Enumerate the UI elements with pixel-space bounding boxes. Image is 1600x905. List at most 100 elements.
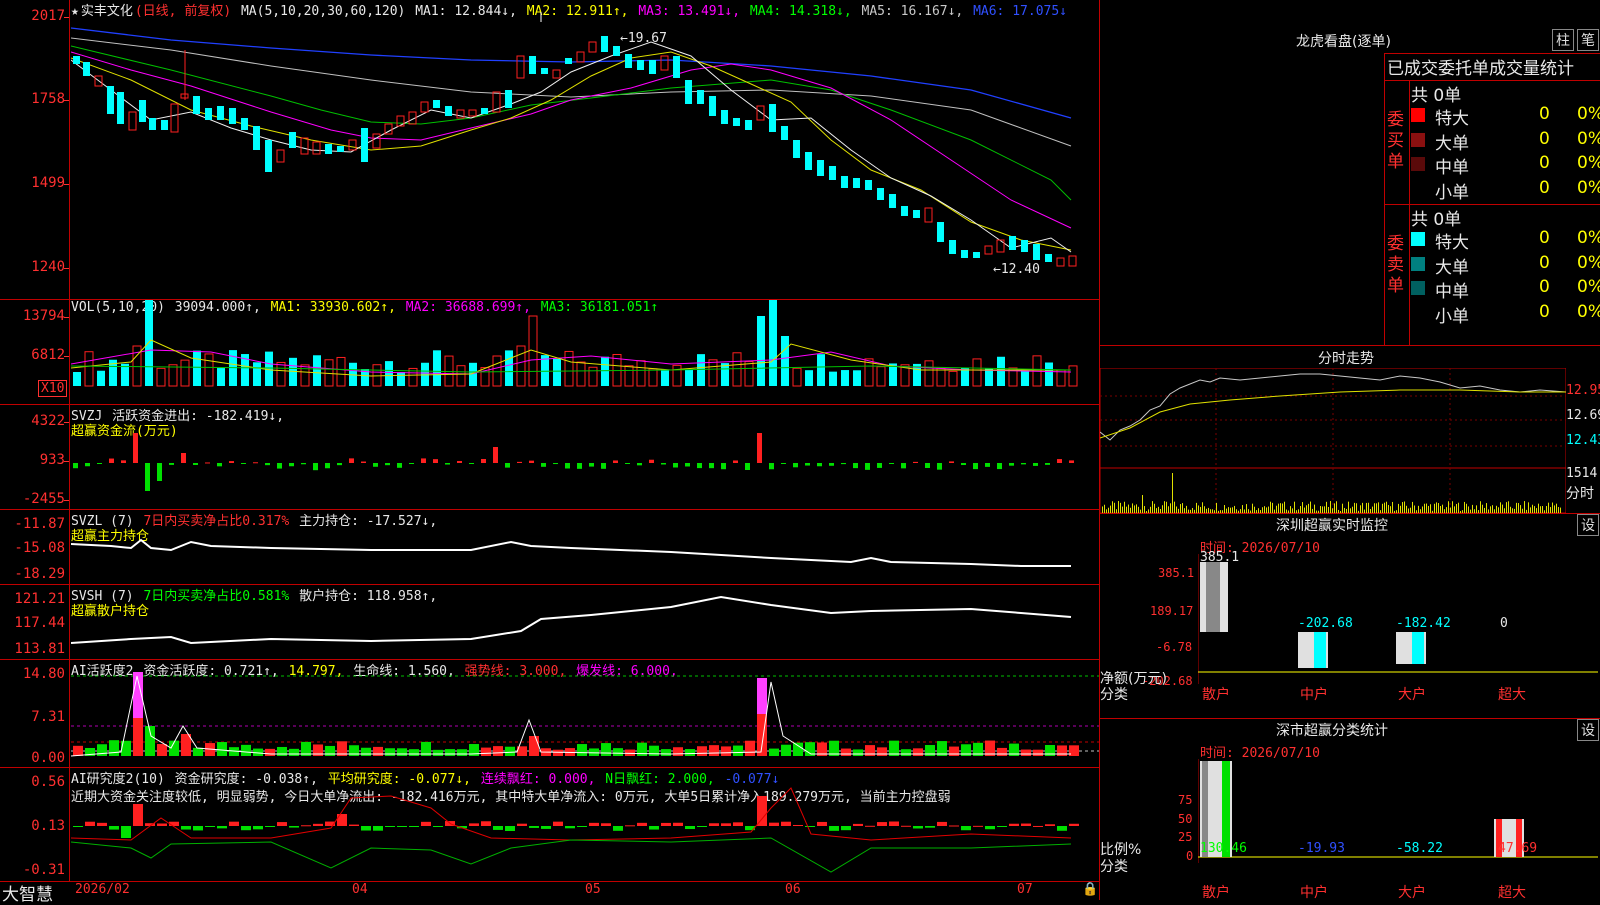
indicator-bar <box>889 463 894 464</box>
lock-icon[interactable]: 🔒 <box>1082 882 1098 897</box>
indicator-bar <box>121 460 126 463</box>
indicator-bar <box>1021 371 1029 386</box>
indicator-bar <box>601 823 611 826</box>
indicator-bar <box>876 366 886 387</box>
indicator-bar <box>949 746 959 756</box>
order-count: 0 <box>1539 301 1550 322</box>
order-type-label: 特大 <box>1435 109 1469 129</box>
indicator-bar <box>336 356 346 387</box>
color-swatch <box>1411 305 1425 320</box>
svzl-panel[interactable]: -11.87 -15.08 -18.29 SVZL (7) 7日内买卖净占比0.… <box>0 510 1099 585</box>
tick-mode-button[interactable]: 笔 <box>1577 29 1599 51</box>
low-price-label: ←12.40 <box>993 262 1040 277</box>
sz-classify-panel[interactable]: 深市超赢分类统计 设 时间: 2026/07/10 75 50 25 0 130… <box>1099 718 1600 901</box>
svzj-panel[interactable]: 4322 933 -2455 SVZJ 活跃资金进出: -182.419↓, 超… <box>0 405 1099 510</box>
indicator-bar <box>337 814 347 826</box>
sz-classify-settings-button[interactable]: 设 <box>1577 719 1599 741</box>
indicator-bar <box>1174 501 1175 513</box>
indicator-bar <box>1400 505 1401 513</box>
indicator-bar <box>1464 501 1465 513</box>
indicator-bar <box>133 804 143 826</box>
indicator-bar <box>276 361 286 387</box>
indicator-bar <box>1518 503 1519 513</box>
indicator-bar <box>1554 505 1555 513</box>
sz-monitor-panel[interactable]: 深圳超赢实时监控 设 时间: 2026/07/10 385.1 189.17 -… <box>1099 513 1600 718</box>
ai-active-panel[interactable]: 14.80 7.31 0.00 AI活跃度2 资金活跃度: 0.721↑, 14… <box>0 660 1099 768</box>
indicator-bar <box>481 821 491 826</box>
order-stat-row: 中单 0 0% <box>1411 153 1600 178</box>
indicator-bar <box>709 823 719 826</box>
indicator-bar <box>1472 504 1473 513</box>
indicator-bar <box>553 463 558 465</box>
indicator-bar <box>961 826 971 831</box>
order-count: 0 <box>1539 128 1550 149</box>
indicator-bar <box>865 463 870 470</box>
price-panel[interactable]: 2017 1758 1499 1240 ★ 实丰文化 (日线, 前复权) MA(5,… <box>0 0 1099 300</box>
indicator-bar <box>193 826 203 831</box>
indicator-bar <box>985 463 990 467</box>
indicator-bar <box>300 364 310 387</box>
indicator-bar <box>433 826 443 827</box>
indicator-bar <box>1424 503 1425 513</box>
intraday-title: 分时走势 <box>1318 351 1374 367</box>
indicator-bar <box>972 358 982 387</box>
volume-panel[interactable]: 13794 6812 X10 VOL(5,10,20) 39094.000↑, … <box>0 300 1099 405</box>
indicator-bar <box>1322 506 1323 513</box>
indicator-bar <box>1490 506 1491 513</box>
indicator-bar <box>661 822 671 826</box>
indicator-bar <box>217 742 227 756</box>
indicator-bar <box>757 316 765 386</box>
indicator-bar <box>936 367 946 387</box>
indicator-bar <box>265 463 270 466</box>
indicator-bar <box>1112 501 1113 513</box>
indicator-bar <box>217 826 227 829</box>
ai-research-panel[interactable]: 0.56 0.13 -0.31 AI研究度2(10) 资金研究度: -0.038… <box>0 768 1099 882</box>
indicator-bar <box>505 746 515 756</box>
indicator-bar <box>397 463 402 468</box>
indicator-bar <box>553 821 563 826</box>
svzj-bars <box>73 433 1074 491</box>
indicator-bar <box>445 463 450 465</box>
intraday-panel[interactable]: 分时走势 12.95 12.69 12.43 1514 分时 <box>1099 345 1600 513</box>
indicator-bar <box>373 826 383 831</box>
indicator-bar <box>1110 505 1111 513</box>
color-swatch <box>1411 281 1425 295</box>
indicator-bar <box>289 748 299 756</box>
indicator-bar <box>841 370 849 386</box>
candlestick-chart[interactable] <box>71 0 1099 300</box>
indicator-bar <box>1033 463 1038 466</box>
indicator-bar <box>781 744 791 756</box>
indicator-bar <box>193 463 198 465</box>
indicator-bar <box>109 458 114 463</box>
indicator-bar <box>385 826 395 827</box>
dragon-panel: 龙虎看盘(逐单) 柱 笔 已成交委托单成交量统计 委买单 委卖单 共 0单 共 … <box>1099 0 1600 346</box>
indicator-bar <box>649 826 659 830</box>
indicator-bar <box>577 463 582 469</box>
indicator-bar <box>133 433 138 463</box>
indicator-bar <box>205 826 215 827</box>
svzj-y-label: 933 <box>39 452 65 468</box>
svsh-panel[interactable]: 121.21 117.44 113.81 SVSH (7) 7日内买卖净占比0.… <box>0 585 1099 660</box>
indicator-bar <box>721 823 731 826</box>
indicator-bar <box>1182 503 1183 513</box>
indicator-bar <box>877 822 887 826</box>
indicator-bar <box>1412 501 1413 513</box>
indicator-bar <box>73 463 78 469</box>
indicator-bar <box>1252 503 1253 513</box>
bar-mode-button[interactable]: 柱 <box>1552 29 1574 51</box>
indicator-bar <box>1216 502 1217 513</box>
x-label: 04 <box>352 882 368 897</box>
indicator-bar <box>1164 501 1165 513</box>
indicator-bar <box>253 462 258 464</box>
indicator-bar <box>1057 459 1062 463</box>
sz-monitor-settings-button[interactable]: 设 <box>1577 514 1599 536</box>
order-count: 0 <box>1539 177 1550 198</box>
indicator-bar <box>1430 504 1431 513</box>
sz-category: 散户 <box>1202 687 1230 703</box>
buy-total: 共 0单 <box>1411 86 1462 106</box>
indicator-bar <box>613 460 618 463</box>
indicator-bar <box>1170 503 1171 513</box>
indicator-bar <box>1392 501 1393 513</box>
indicator-bar <box>708 359 718 387</box>
indicator-bar <box>961 463 966 466</box>
